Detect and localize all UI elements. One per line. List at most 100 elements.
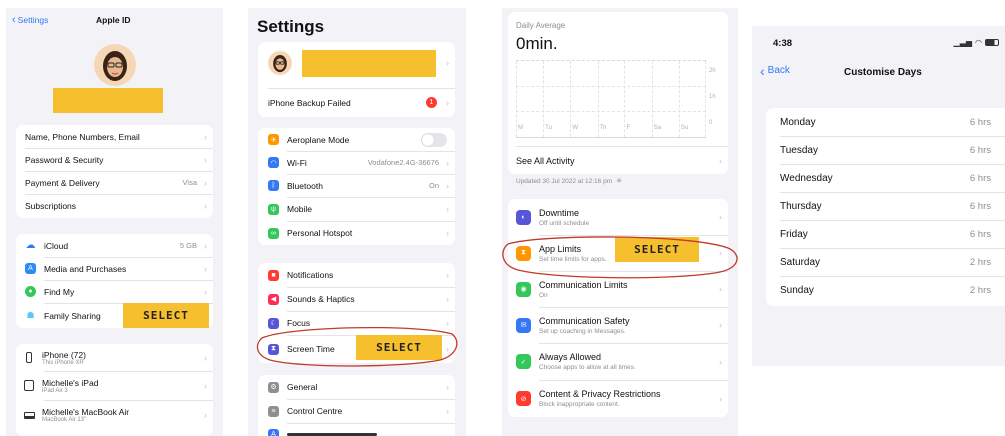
chevron-right-icon: › bbox=[719, 212, 722, 222]
speaker-icon: ◀ bbox=[268, 293, 279, 305]
aeroplane-toggle[interactable] bbox=[421, 132, 447, 147]
laptop-icon bbox=[24, 411, 35, 419]
chevron-right-icon: › bbox=[204, 154, 207, 165]
account-group: Name, Phone Numbers, Email › Password & … bbox=[16, 125, 213, 218]
device-row[interactable]: iPhone (72) This iPhone XR › bbox=[16, 344, 213, 371]
bluetooth-icon: ᛒ bbox=[268, 180, 279, 191]
row-subscriptions[interactable]: Subscriptions › bbox=[16, 194, 213, 218]
chevron-right-icon: › bbox=[719, 356, 722, 367]
select-annotation: SELECT bbox=[123, 303, 209, 328]
see-all-activity-row[interactable]: See All Activity › bbox=[508, 147, 728, 174]
row-personal-hotspot[interactable]: ∞ Personal Hotspot › bbox=[258, 221, 455, 245]
airplane-icon: ✈ bbox=[268, 134, 279, 145]
row-sounds-haptics[interactable]: ◀ Sounds & Haptics › bbox=[258, 287, 455, 311]
chat-bubble-icon: ✉ bbox=[516, 317, 531, 333]
day-row-wednesday[interactable]: Wednesday 6 hrs bbox=[766, 164, 1005, 192]
memoji-icon bbox=[273, 55, 287, 73]
day-row-saturday[interactable]: Saturday 2 hrs bbox=[766, 248, 1005, 276]
row-payment-delivery[interactable]: Payment & Delivery Visa › bbox=[16, 171, 213, 194]
daily-average-card: Daily Average 0min. 2h 1h 0 M Tu W Th F … bbox=[508, 12, 728, 174]
find-my-icon: ● bbox=[25, 286, 36, 297]
row-focus[interactable]: ☾ Focus › bbox=[258, 311, 455, 335]
avatar[interactable] bbox=[94, 44, 136, 86]
day-label: Th bbox=[599, 125, 607, 131]
gear-icon: ⚙ bbox=[268, 381, 279, 393]
select-annotation: SELECT bbox=[615, 237, 699, 262]
wifi-icon: ◠ bbox=[975, 38, 982, 47]
chevron-right-icon: › bbox=[446, 157, 449, 168]
device-row[interactable]: Michelle's iPad iPad Air 3 › bbox=[16, 371, 213, 400]
back-button[interactable]: ‹ Back bbox=[760, 64, 790, 78]
chevron-right-icon: › bbox=[204, 240, 207, 251]
app-store-icon: A bbox=[25, 263, 36, 274]
chevron-right-icon: › bbox=[719, 320, 722, 330]
chevron-right-icon: › bbox=[204, 286, 207, 297]
chevron-right-icon: › bbox=[204, 380, 207, 391]
chevron-right-icon: › bbox=[446, 58, 449, 68]
screen-time-screen: Daily Average 0min. 2h 1h 0 M Tu W Th F … bbox=[502, 8, 738, 436]
signal-icon: ▁▃▅ bbox=[953, 38, 973, 47]
day-row-sunday[interactable]: Sunday 2 hrs bbox=[766, 276, 1005, 304]
chevron-right-icon: › bbox=[204, 177, 207, 188]
switches-icon: ≡ bbox=[268, 405, 279, 417]
row-password-security[interactable]: Password & Security › bbox=[16, 148, 213, 171]
profile-group: › iPhone Backup Failed 1 › bbox=[258, 42, 455, 117]
row-control-centre[interactable]: ≡ Control Centre › bbox=[258, 399, 455, 423]
day-label: W bbox=[572, 125, 578, 131]
moon-icon: ☾ bbox=[268, 317, 279, 329]
chevron-right-icon: › bbox=[446, 406, 449, 416]
general-group: ⚙ General › ≡ Control Centre › A bbox=[258, 375, 455, 436]
day-row-friday[interactable]: Friday 6 hrs bbox=[766, 220, 1005, 248]
row-always-allowed[interactable]: ✓ Always Allowed Choose apps to allow at… bbox=[508, 343, 728, 380]
device-row[interactable]: Michelle's MacBook Air MacBook Air 13" › bbox=[16, 400, 213, 430]
chevron-right-icon: › bbox=[719, 155, 722, 166]
antenna-icon: ψ bbox=[268, 203, 279, 215]
row-display-cut[interactable]: A bbox=[258, 423, 455, 436]
row-find-my[interactable]: ● Find My › bbox=[16, 280, 213, 303]
row-communication-safety[interactable]: ✉ Communication Safety Set up coaching i… bbox=[508, 307, 728, 343]
no-entry-icon: ⊘ bbox=[516, 391, 531, 406]
settings-screen: Settings › iPhone Backup Failed 1 › ✈ Ae… bbox=[248, 8, 466, 436]
connectivity-group: ✈ Aeroplane Mode ◠ Wi-Fi Vodafone2.4G-36… bbox=[258, 128, 455, 245]
row-notifications[interactable]: ■ Notifications › bbox=[258, 263, 455, 287]
customise-days-screen: 4:38 ▁▃▅ ◠ ‹ Back Customise Days Monday … bbox=[752, 26, 1005, 366]
row-general[interactable]: ⚙ General › bbox=[258, 375, 455, 399]
nav-title: Apple ID bbox=[96, 15, 131, 25]
row-icloud[interactable]: ☁ iCloud 5 GB › bbox=[16, 234, 213, 257]
row-downtime[interactable]: ◐ Downtime Off until schedule › bbox=[508, 199, 728, 235]
battery-icon bbox=[985, 39, 999, 46]
chevron-right-icon: › bbox=[446, 294, 449, 304]
day-label: Su bbox=[680, 125, 689, 131]
row-bluetooth[interactable]: ᛒ Bluetooth On › bbox=[258, 174, 455, 197]
hourglass-icon: ⧗ bbox=[516, 245, 531, 261]
row-communication-limits[interactable]: ◉ Communication Limits On › bbox=[508, 271, 728, 307]
row-wifi[interactable]: ◠ Wi-Fi Vodafone2.4G-36676 › bbox=[258, 151, 455, 174]
daily-average-label: Daily Average bbox=[516, 21, 566, 30]
back-label: Back bbox=[767, 65, 790, 76]
row-name-phone-email[interactable]: Name, Phone Numbers, Email › bbox=[16, 125, 213, 148]
chevron-right-icon: › bbox=[446, 382, 449, 392]
name-redaction bbox=[302, 50, 436, 77]
row-content-privacy[interactable]: ⊘ Content & Privacy Restrictions Block i… bbox=[508, 380, 728, 417]
day-row-monday[interactable]: Monday 6 hrs bbox=[766, 108, 1005, 136]
hourglass-icon: ⧗ bbox=[268, 343, 279, 355]
day-row-tuesday[interactable]: Tuesday 6 hrs bbox=[766, 136, 1005, 164]
chart-right-label: 2h bbox=[709, 68, 716, 74]
day-label: Sa bbox=[653, 125, 661, 131]
backup-row[interactable]: iPhone Backup Failed 1 › bbox=[258, 88, 455, 117]
chevron-right-icon: › bbox=[204, 352, 207, 363]
row-media-purchases[interactable]: A Media and Purchases › bbox=[16, 257, 213, 280]
day-row-thursday[interactable]: Thursday 6 hrs bbox=[766, 192, 1005, 220]
devices-group: iPhone (72) This iPhone XR › Michelle's … bbox=[16, 344, 213, 436]
chevron-right-icon: › bbox=[204, 201, 207, 211]
select-annotation: SELECT bbox=[356, 335, 442, 360]
row-aeroplane-mode[interactable]: ✈ Aeroplane Mode bbox=[258, 128, 455, 151]
chevron-right-icon: › bbox=[719, 284, 722, 294]
chevron-right-icon: › bbox=[204, 263, 207, 274]
hotspot-icon: ∞ bbox=[268, 227, 279, 239]
page-title: Settings bbox=[257, 17, 325, 36]
row-mobile[interactable]: ψ Mobile › bbox=[258, 197, 455, 221]
back-button[interactable]: ‹ Settings bbox=[12, 14, 48, 26]
iphone-icon bbox=[26, 352, 32, 363]
status-time: 4:38 bbox=[773, 38, 793, 49]
